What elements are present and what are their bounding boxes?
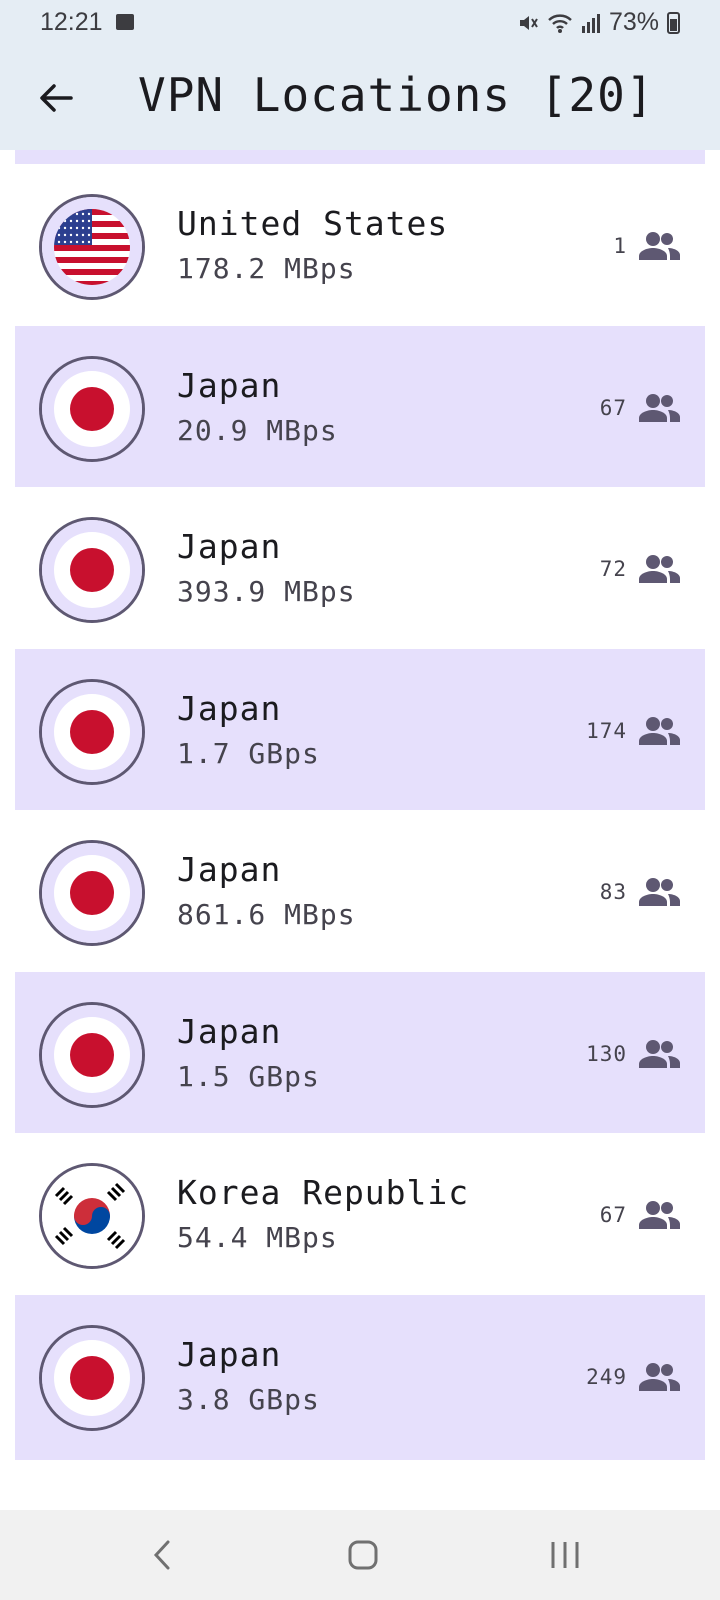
speed-text: 178.2 MBps [177, 252, 356, 285]
user-count-value: 1 [613, 234, 627, 258]
country-name: Japan [177, 688, 282, 728]
user-count: 67 [600, 1199, 681, 1231]
list-item[interactable]: Japan 20.9 MBps 67 [15, 325, 705, 491]
users-icon [637, 230, 681, 262]
battery-icon [667, 11, 680, 34]
users-icon [637, 392, 681, 424]
status-icons: 73% [517, 8, 680, 37]
country-name: Japan [177, 1334, 282, 1374]
country-name: Japan [177, 1011, 282, 1051]
jp-flag-icon [39, 678, 145, 785]
jp-flag-icon [39, 517, 145, 623]
list-item[interactable]: Japan 1.5 GBps 130 [15, 971, 705, 1137]
user-count-value: 83 [599, 880, 627, 904]
user-count: 130 [586, 1038, 681, 1070]
speed-text: 1.7 GBps [177, 736, 320, 770]
us-flag-icon [39, 194, 145, 300]
user-count-value: 67 [599, 395, 627, 420]
country-name: Japan [177, 365, 282, 405]
user-count: 1 [613, 230, 681, 262]
list-item[interactable]: United States 178.2 MBps 1 [15, 164, 705, 329]
users-icon [637, 1038, 681, 1070]
user-count: 67 [600, 392, 681, 424]
wifi-icon [548, 13, 572, 33]
image-notification-icon [116, 14, 134, 30]
nav-home-button[interactable] [328, 1530, 398, 1580]
speed-text: 393.9 MBps [177, 575, 356, 608]
speed-text: 54.4 MBps [177, 1221, 338, 1254]
page-title: VPN Locations [20] [138, 68, 655, 122]
jp-flag-icon [39, 355, 145, 462]
speed-text: 3.8 GBps [177, 1382, 320, 1416]
country-name: Korea Republic [177, 1173, 470, 1212]
user-count-value: 249 [586, 1364, 627, 1389]
jp-flag-icon [39, 840, 145, 946]
back-button[interactable] [30, 72, 82, 124]
list-item[interactable]: Japan 3.8 GBps 249 [15, 1294, 705, 1460]
nav-recents-icon [551, 1542, 579, 1568]
jp-flag-icon [39, 1324, 145, 1431]
country-name: Japan [177, 850, 282, 889]
list-item[interactable]: Japan 1.7 GBps 174 [15, 648, 705, 814]
user-count: 174 [586, 715, 681, 747]
users-icon [637, 715, 681, 747]
kr-flag-icon [39, 1163, 145, 1269]
user-count-value: 67 [599, 1203, 627, 1227]
user-count-value: 130 [586, 1041, 627, 1066]
user-count: 83 [600, 876, 681, 908]
nav-back-button[interactable] [127, 1530, 197, 1580]
users-icon [637, 1199, 681, 1231]
location-list[interactable]: United States 178.2 MBps 1 Japan 20.9 MBps 67… [0, 150, 720, 1510]
user-count-value: 174 [586, 718, 627, 743]
list-item[interactable]: Korea Republic 54.4 MBps 67 [15, 1133, 705, 1298]
mute-icon [519, 15, 538, 30]
users-icon [637, 1361, 681, 1393]
jp-flag-icon [39, 1001, 145, 1108]
nav-home-icon [348, 1540, 378, 1570]
user-count: 72 [600, 553, 681, 585]
status-time: 12:21 [40, 8, 103, 36]
list-item[interactable]: Japan 861.6 MBps 83 [15, 810, 705, 975]
speed-text: 1.5 GBps [177, 1059, 320, 1093]
nav-back-icon [153, 1540, 170, 1570]
list-item-partial [15, 150, 705, 164]
users-icon [637, 553, 681, 585]
country-name: Japan [177, 527, 282, 566]
battery-percent: 73% [608, 8, 659, 36]
speed-text: 861.6 MBps [177, 898, 356, 931]
list-item[interactable]: Japan 393.9 MBps 72 [15, 487, 705, 652]
signal-icon [581, 13, 600, 33]
speed-text: 20.9 MBps [177, 413, 338, 447]
system-nav-bar [0, 1510, 720, 1600]
status-bar: 12:21 73% [0, 0, 720, 46]
app-bar: VPN Locations [20] [0, 46, 720, 150]
nav-recents-button[interactable] [530, 1530, 600, 1580]
arrow-left-icon [40, 84, 73, 112]
users-icon [637, 876, 681, 908]
country-name: United States [177, 204, 449, 243]
user-count: 249 [586, 1361, 681, 1393]
user-count-value: 72 [599, 557, 627, 581]
